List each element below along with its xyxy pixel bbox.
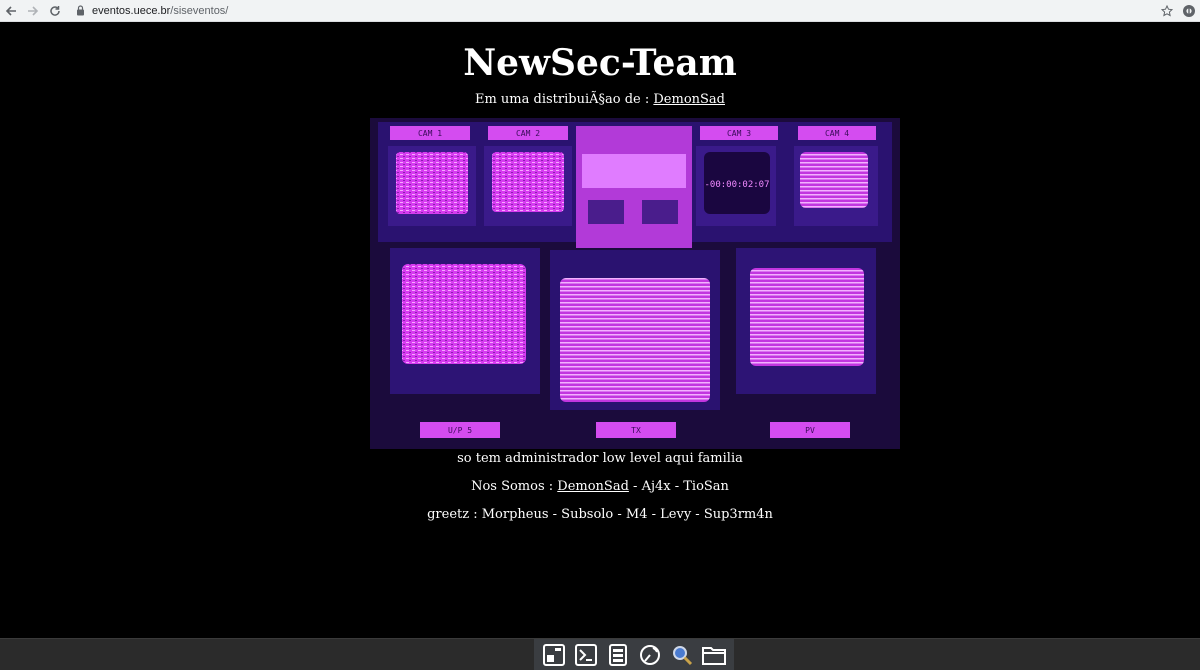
cam4-label-text: CAM 4 — [825, 129, 849, 138]
up5-label-text: U/P 5 — [448, 426, 472, 435]
greetz-line: greetz : Morpheus - Subsolo - M4 - Levy … — [427, 507, 773, 522]
team-demonsad-link[interactable]: DemonSad — [557, 479, 629, 494]
monitors-image: CAM 1 CAM 2 CAM 3 CAM 4 -00:00:02:07 U/P… — [370, 118, 900, 449]
subtitle-text: Em uma distribuiÃ§ao de : — [474, 92, 654, 107]
bookmark-star-icon[interactable] — [1156, 0, 1178, 22]
profile-icon[interactable] — [1178, 0, 1200, 22]
cam2-label-text: CAM 2 — [516, 129, 540, 138]
team-prefix: Nos Somos : — [471, 479, 558, 494]
lock-icon — [74, 5, 86, 17]
monitor-cam4 — [800, 152, 868, 208]
tx-label-text: TX — [631, 426, 641, 435]
demonsad-link[interactable]: DemonSad — [653, 92, 725, 107]
team-suffix: - Aj4x - TioSan — [628, 479, 729, 494]
admin-line: so tem administrador low level aqui fami… — [457, 451, 743, 466]
pv-label-text: PV — [805, 426, 815, 435]
back-icon[interactable] — [0, 0, 22, 22]
page-content: NewSec-Team Em uma distribuiÃ§ao de : De… — [0, 23, 1200, 638]
page-title: NewSec-Team — [463, 42, 737, 84]
cam1-label-text: CAM 1 — [418, 129, 442, 138]
monitor-lower-center — [560, 278, 710, 402]
gauge-icon[interactable] — [637, 642, 663, 668]
monitor-lower-right — [750, 268, 864, 366]
taskbar-launcher — [534, 639, 734, 670]
server-icon[interactable] — [605, 642, 631, 668]
url-host: eventos.uece.br — [92, 4, 171, 17]
browser-toolbar: eventos.uece.br/siseventos/ — [0, 0, 1200, 22]
reload-icon[interactable] — [44, 0, 66, 22]
team-line: Nos Somos : DemonSad - Aj4x - TioSan — [0, 478, 1200, 496]
address-bar[interactable]: eventos.uece.br/siseventos/ — [68, 1, 1150, 20]
folder-icon[interactable] — [701, 642, 727, 668]
subtitle: Em uma distribuiÃ§ao de : DemonSad — [0, 91, 1200, 109]
search-icon[interactable] — [669, 642, 695, 668]
monitor-lower-left — [402, 264, 526, 364]
url-path: /siseventos/ — [170, 4, 229, 17]
taskbar — [0, 638, 1200, 670]
monitor-cam1 — [396, 152, 468, 214]
timer-text: -00:00:02:07 — [704, 180, 769, 190]
monitor-cam2 — [492, 152, 564, 212]
terminal-icon[interactable] — [573, 642, 599, 668]
forward-icon[interactable] — [22, 0, 44, 22]
cam3-label-text: CAM 3 — [727, 129, 751, 138]
window-manager-icon[interactable] — [541, 642, 567, 668]
